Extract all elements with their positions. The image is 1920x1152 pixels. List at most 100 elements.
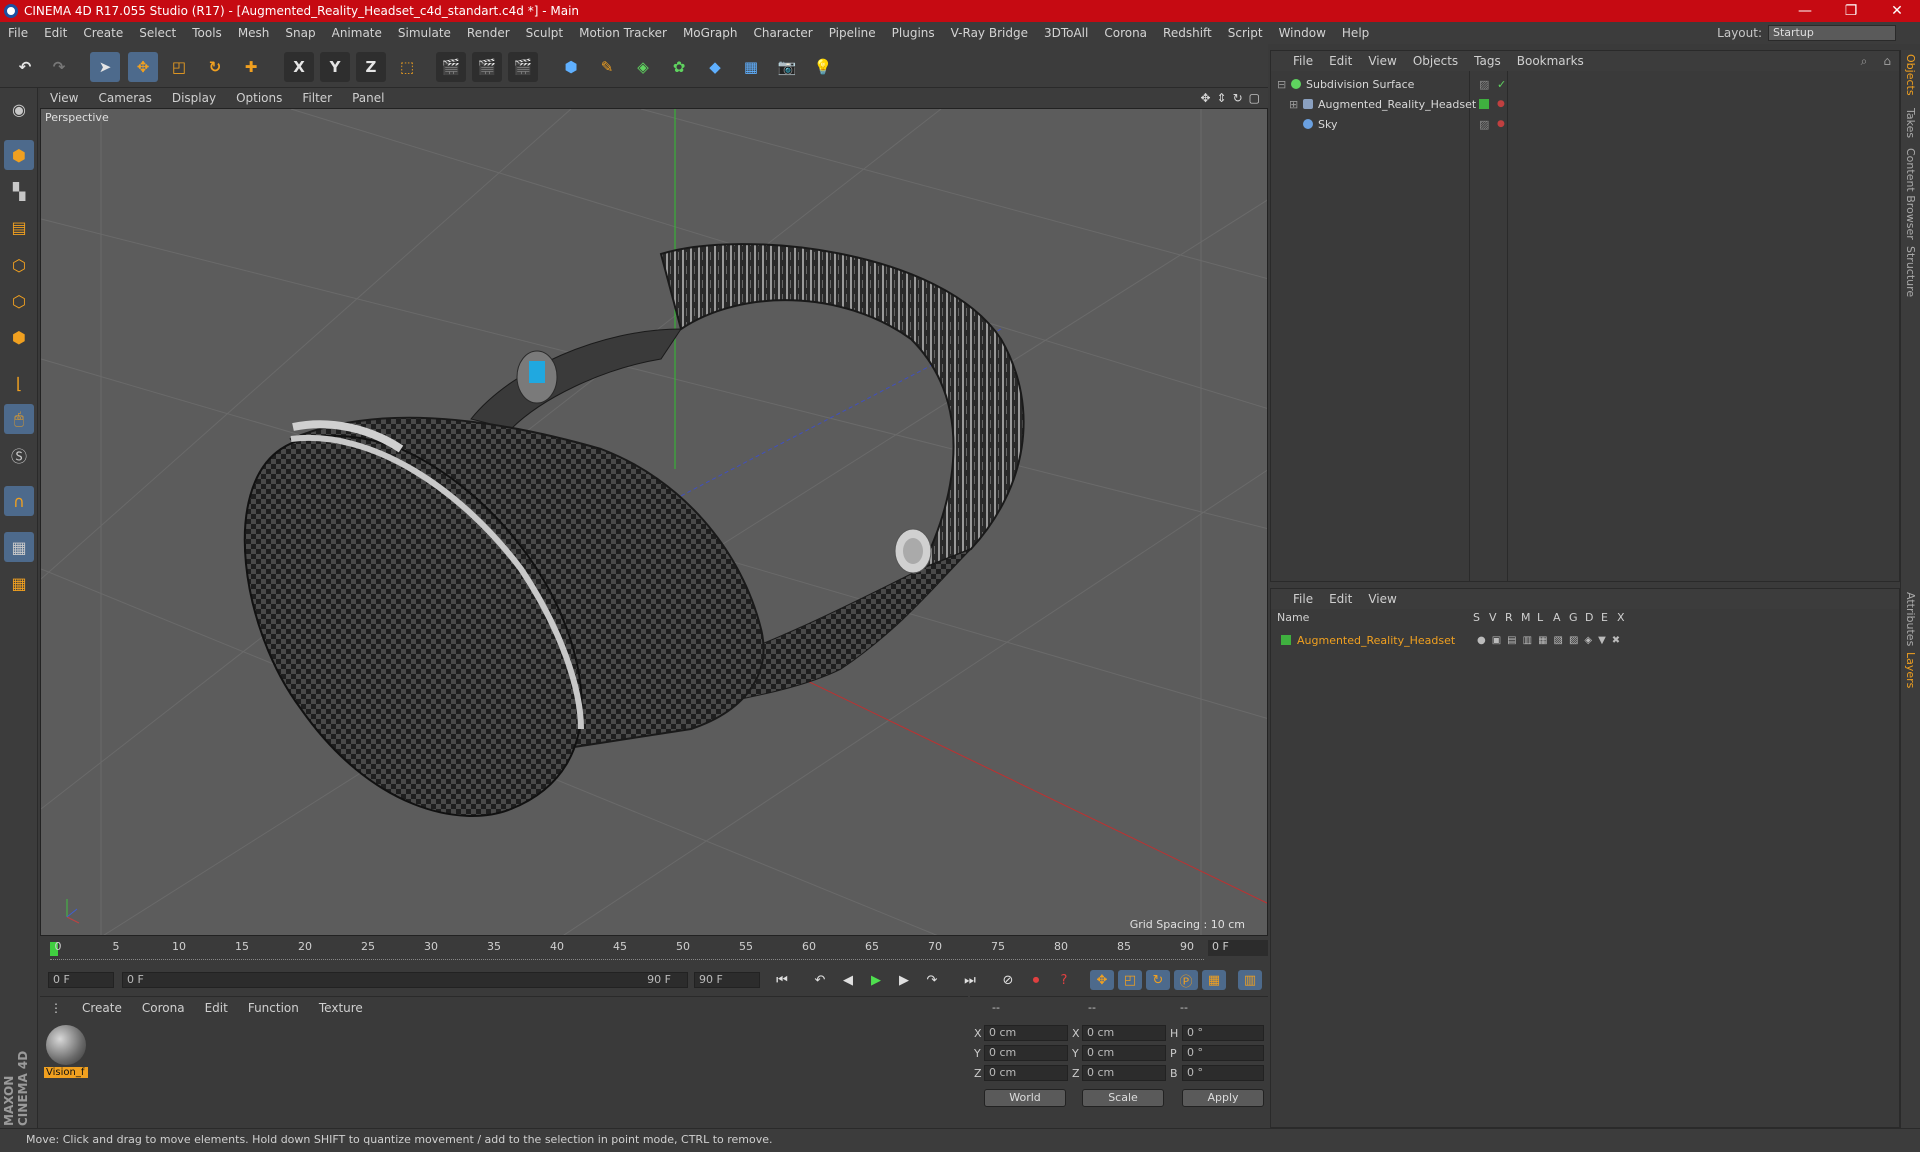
menu-help[interactable]: Help bbox=[1334, 26, 1377, 40]
points-mode-button[interactable]: ⬡ bbox=[4, 250, 34, 280]
add-subdivision-button[interactable]: ◈ bbox=[628, 52, 658, 82]
edges-mode-button[interactable]: ⬡ bbox=[4, 286, 34, 316]
go-to-end-button[interactable]: ⏭ bbox=[958, 970, 982, 990]
tab-content-browser[interactable]: Content Browser bbox=[1904, 148, 1917, 240]
add-light-button[interactable]: 💡 bbox=[808, 52, 838, 82]
key-position-button[interactable]: ✥ bbox=[1090, 970, 1114, 990]
play-button[interactable]: ▶ bbox=[864, 970, 888, 990]
scale-tool-button[interactable]: ◰ bbox=[164, 52, 194, 82]
layer-col-visible[interactable]: V bbox=[1489, 611, 1497, 627]
edit-render-settings-button[interactable]: 🎬 bbox=[508, 52, 538, 82]
layer-col-name[interactable]: Name bbox=[1277, 611, 1309, 627]
layer-tag-icon[interactable]: ▨ bbox=[1479, 118, 1489, 131]
key-rotation-button[interactable]: ↻ bbox=[1146, 970, 1170, 990]
object-menu-objects[interactable]: Objects bbox=[1405, 54, 1466, 68]
layer-menu-view[interactable]: View bbox=[1360, 592, 1404, 606]
layer-col-locked[interactable]: L bbox=[1537, 611, 1543, 627]
polygons-mode-button[interactable]: ⬢ bbox=[4, 322, 34, 352]
menu-motion-tracker[interactable]: Motion Tracker bbox=[571, 26, 675, 40]
add-deformer-button[interactable]: ◆ bbox=[700, 52, 730, 82]
frame-range-slider[interactable]: 0 F 90 F bbox=[122, 972, 688, 988]
tab-attributes[interactable]: Attributes bbox=[1904, 592, 1917, 646]
previous-frame-button[interactable]: ◀ bbox=[836, 970, 860, 990]
object-search-icon[interactable]: ⌕ bbox=[1853, 54, 1876, 69]
workplane-mode-button[interactable]: ▤ bbox=[4, 212, 34, 242]
tab-objects[interactable]: Objects bbox=[1904, 54, 1917, 96]
timeline-window-button[interactable]: ▥ bbox=[1238, 970, 1262, 990]
current-frame-field[interactable]: 0 F bbox=[1208, 940, 1268, 956]
rotation-h-field[interactable]: 0 ° bbox=[1182, 1025, 1264, 1041]
viewport-menu-panel[interactable]: Panel bbox=[342, 91, 394, 105]
object-menu-edit[interactable]: Edit bbox=[1321, 54, 1360, 68]
menu-edit[interactable]: Edit bbox=[36, 26, 75, 40]
object-menu-bookmarks[interactable]: Bookmarks bbox=[1509, 54, 1592, 68]
size-mode-dropdown[interactable]: Scale bbox=[1082, 1089, 1164, 1107]
move-tool-button[interactable]: ✥ bbox=[128, 52, 158, 82]
object-menu-file[interactable]: File bbox=[1285, 54, 1321, 68]
snap-button[interactable]: ∩ bbox=[4, 486, 34, 516]
go-to-start-button[interactable]: ⏮ bbox=[770, 970, 794, 990]
menu-create[interactable]: Create bbox=[75, 26, 131, 40]
menu-tools[interactable]: Tools bbox=[184, 26, 230, 40]
layer-toggle-icons[interactable]: ●▣▤▥▦▧▨◈▼✖ bbox=[1477, 635, 1626, 646]
minimize-button[interactable]: — bbox=[1782, 3, 1828, 19]
material-menu-edit[interactable]: Edit bbox=[195, 1001, 238, 1015]
lock-workplane-button[interactable]: ▦ bbox=[4, 532, 34, 562]
size-x-field[interactable]: 0 cm bbox=[1082, 1025, 1166, 1041]
menu-script[interactable]: Script bbox=[1220, 26, 1271, 40]
add-floor-button[interactable]: ▦ bbox=[736, 52, 766, 82]
menu-simulate[interactable]: Simulate bbox=[390, 26, 459, 40]
orbit-icon[interactable]: ↻ bbox=[1233, 91, 1243, 105]
key-pla-button[interactable]: ▦ bbox=[1202, 970, 1226, 990]
layer-col-solo[interactable]: S bbox=[1473, 611, 1480, 627]
key-scale-button[interactable]: ◰ bbox=[1118, 970, 1142, 990]
material-swatch[interactable]: Vision_f bbox=[44, 1025, 88, 1081]
coordinate-mode-dropdown[interactable]: World bbox=[984, 1089, 1066, 1107]
next-key-button[interactable]: ↷ bbox=[920, 970, 944, 990]
position-y-field[interactable]: 0 cm bbox=[984, 1045, 1068, 1061]
viewport-menu-filter[interactable]: Filter bbox=[292, 91, 342, 105]
menu-mograph[interactable]: MoGraph bbox=[675, 26, 746, 40]
x-axis-button[interactable]: X bbox=[284, 52, 314, 82]
tweak-mode-button[interactable]: 🖱 bbox=[4, 404, 34, 434]
layer-col-expressions[interactable]: E bbox=[1601, 611, 1608, 627]
timeline-ruler[interactable]: 0 5 10 15 20 25 30 35 40 45 50 55 60 65 … bbox=[40, 936, 1268, 962]
add-cube-button[interactable]: ⬢ bbox=[556, 52, 586, 82]
expand-icon[interactable]: ⊞ bbox=[1289, 98, 1303, 111]
object-menu-view[interactable]: View bbox=[1360, 54, 1404, 68]
layer-menu-file[interactable]: File bbox=[1285, 592, 1321, 606]
start-frame-field[interactable]: 0 F bbox=[48, 972, 114, 988]
menu-select[interactable]: Select bbox=[131, 26, 184, 40]
tab-takes[interactable]: Takes bbox=[1904, 108, 1917, 138]
add-cloner-button[interactable]: ✿ bbox=[664, 52, 694, 82]
coordinate-system-button[interactable]: ⬚ bbox=[392, 52, 422, 82]
material-menu-function[interactable]: Function bbox=[238, 1001, 309, 1015]
z-axis-button[interactable]: Z bbox=[356, 52, 386, 82]
visibility-dots-icon[interactable]: ● bbox=[1497, 99, 1505, 109]
size-y-field[interactable]: 0 cm bbox=[1082, 1045, 1166, 1061]
redo-button[interactable]: ↷ bbox=[44, 52, 74, 82]
key-parameter-button[interactable]: Ⓟ bbox=[1174, 970, 1198, 990]
model-mode-button[interactable]: ⬢ bbox=[4, 140, 34, 170]
layer-col-manager[interactable]: M bbox=[1521, 611, 1531, 627]
menu-character[interactable]: Character bbox=[745, 26, 820, 40]
maximize-view-icon[interactable]: ▢ bbox=[1249, 91, 1260, 105]
layer-col-generators[interactable]: G bbox=[1569, 611, 1578, 627]
layout-dropdown[interactable]: Startup bbox=[1768, 25, 1896, 41]
viewport-menu-cameras[interactable]: Cameras bbox=[88, 91, 161, 105]
menu-file[interactable]: File bbox=[0, 26, 36, 40]
end-frame-field[interactable]: 90 F bbox=[694, 972, 760, 988]
menu-render[interactable]: Render bbox=[459, 26, 518, 40]
layer-col-xref[interactable]: X bbox=[1617, 611, 1625, 627]
tab-layers[interactable]: Layers bbox=[1904, 652, 1917, 688]
tab-structure[interactable]: Structure bbox=[1904, 246, 1917, 297]
object-row-headset[interactable]: ⊞ Augmented_Reality_Headset ● bbox=[1289, 95, 1889, 113]
menu-animate[interactable]: Animate bbox=[324, 26, 390, 40]
material-menu-texture[interactable]: Texture bbox=[309, 1001, 373, 1015]
visibility-dots-icon[interactable]: ● bbox=[1497, 119, 1505, 129]
menu-3dtoall[interactable]: 3DToAll bbox=[1036, 26, 1096, 40]
undo-button[interactable]: ↶ bbox=[10, 52, 40, 82]
menu-pipeline[interactable]: Pipeline bbox=[821, 26, 884, 40]
viewport-menu-options[interactable]: Options bbox=[226, 91, 292, 105]
layer-row[interactable]: Augmented_Reality_Headset ●▣▤▥▦▧▨◈▼✖ bbox=[1281, 631, 1891, 649]
